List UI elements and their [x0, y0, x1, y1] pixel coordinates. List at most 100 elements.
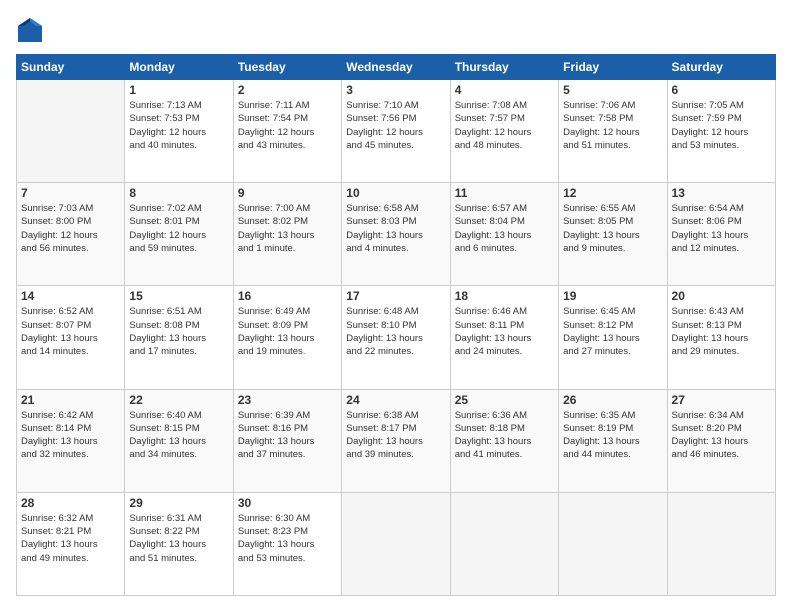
day-cell: 27Sunrise: 6:34 AMSunset: 8:20 PMDayligh… — [667, 389, 775, 492]
day-number: 12 — [563, 186, 662, 200]
day-info: Sunrise: 6:42 AMSunset: 8:14 PMDaylight:… — [21, 409, 120, 462]
day-info: Sunrise: 6:55 AMSunset: 8:05 PMDaylight:… — [563, 202, 662, 255]
day-info: Sunrise: 6:43 AMSunset: 8:13 PMDaylight:… — [672, 305, 771, 358]
day-cell: 25 Sunrise: 6:36 AMSunset: 8:18 PMDayligh… — [450, 389, 558, 492]
week-row: 21 Sunrise: 6:42 AMSunset: 8:14 PMDayligh… — [17, 389, 776, 492]
day-info: Sunrise: 6:57 AMSunset: 8:04 PMDaylight:… — [455, 202, 554, 255]
day-cell — [667, 492, 775, 595]
day-number: 29 — [129, 496, 228, 510]
day-number: 4 — [455, 83, 554, 97]
day-number: 26 — [563, 393, 662, 407]
day-cell: 16 Sunrise: 6:49 AMSunset: 8:09 PMDayligh… — [233, 286, 341, 389]
day-info: Sunrise: 6:46 AMSunset: 8:11 PMDaylight:… — [455, 305, 554, 358]
day-info: Sunrise: 7:00 AMSunset: 8:02 PMDaylight:… — [238, 202, 337, 255]
day-cell: 3 Sunrise: 7:10 AMSunset: 7:56 PMDaylight… — [342, 80, 450, 183]
day-cell: 12 Sunrise: 6:55 AMSunset: 8:05 PMDayligh… — [559, 183, 667, 286]
day-number: 2 — [238, 83, 337, 97]
day-cell: 21 Sunrise: 6:42 AMSunset: 8:14 PMDayligh… — [17, 389, 125, 492]
day-number: 19 — [563, 289, 662, 303]
day-info: Sunrise: 6:39 AMSunset: 8:16 PMDaylight:… — [238, 409, 337, 462]
day-info: Sunrise: 6:54 AMSunset: 8:06 PMDaylight:… — [672, 202, 771, 255]
page: SundayMondayTuesdayWednesdayThursdayFrid… — [0, 0, 792, 612]
day-number: 27 — [672, 393, 771, 407]
day-info: Sunrise: 7:08 AMSunset: 7:57 PMDaylight:… — [455, 99, 554, 152]
day-number: 30 — [238, 496, 337, 510]
day-cell — [559, 492, 667, 595]
day-number: 5 — [563, 83, 662, 97]
header-day: Monday — [125, 55, 233, 80]
day-cell: 13 Sunrise: 6:54 AMSunset: 8:06 PMDayligh… — [667, 183, 775, 286]
day-cell: 5 Sunrise: 7:06 AMSunset: 7:58 PMDaylight… — [559, 80, 667, 183]
header-day: Saturday — [667, 55, 775, 80]
day-number: 16 — [238, 289, 337, 303]
day-info: Sunrise: 6:45 AMSunset: 8:12 PMDaylight:… — [563, 305, 662, 358]
day-info: Sunrise: 7:13 AMSunset: 7:53 PMDaylight:… — [129, 99, 228, 152]
day-info: Sunrise: 6:38 AMSunset: 8:17 PMDaylight:… — [346, 409, 445, 462]
header-day: Friday — [559, 55, 667, 80]
day-info: Sunrise: 6:58 AMSunset: 8:03 PMDaylight:… — [346, 202, 445, 255]
day-cell: 14Sunrise: 6:52 AMSunset: 8:07 PMDayligh… — [17, 286, 125, 389]
day-info: Sunrise: 6:35 AMSunset: 8:19 PMDaylight:… — [563, 409, 662, 462]
week-row: 28 Sunrise: 6:32 AMSunset: 8:21 PMDayligh… — [17, 492, 776, 595]
day-info: Sunrise: 7:10 AMSunset: 7:56 PMDaylight:… — [346, 99, 445, 152]
day-number: 1 — [129, 83, 228, 97]
header — [16, 16, 776, 44]
day-cell: 24 Sunrise: 6:38 AMSunset: 8:17 PMDayligh… — [342, 389, 450, 492]
day-info: Sunrise: 6:49 AMSunset: 8:09 PMDaylight:… — [238, 305, 337, 358]
day-number: 22 — [129, 393, 228, 407]
day-cell: 11 Sunrise: 6:57 AMSunset: 8:04 PMDayligh… — [450, 183, 558, 286]
day-number: 21 — [21, 393, 120, 407]
day-cell: 18 Sunrise: 6:46 AMSunset: 8:11 PMDayligh… — [450, 286, 558, 389]
day-cell: 26 Sunrise: 6:35 AMSunset: 8:19 PMDayligh… — [559, 389, 667, 492]
day-cell — [450, 492, 558, 595]
header-day: Sunday — [17, 55, 125, 80]
day-number: 3 — [346, 83, 445, 97]
day-number: 28 — [21, 496, 120, 510]
day-info: Sunrise: 6:48 AMSunset: 8:10 PMDaylight:… — [346, 305, 445, 358]
calendar: SundayMondayTuesdayWednesdayThursdayFrid… — [16, 54, 776, 596]
day-cell: 20 Sunrise: 6:43 AMSunset: 8:13 PMDayligh… — [667, 286, 775, 389]
day-number: 8 — [129, 186, 228, 200]
day-cell: 28 Sunrise: 6:32 AMSunset: 8:21 PMDayligh… — [17, 492, 125, 595]
day-info: Sunrise: 6:52 AMSunset: 8:07 PMDaylight:… — [21, 305, 120, 358]
day-number: 6 — [672, 83, 771, 97]
day-cell — [342, 492, 450, 595]
day-info: Sunrise: 6:31 AMSunset: 8:22 PMDaylight:… — [129, 512, 228, 565]
day-cell: 1 Sunrise: 7:13 AMSunset: 7:53 PMDaylight… — [125, 80, 233, 183]
day-info: Sunrise: 6:40 AMSunset: 8:15 PMDaylight:… — [129, 409, 228, 462]
day-cell: 6 Sunrise: 7:05 AMSunset: 7:59 PMDaylight… — [667, 80, 775, 183]
day-info: Sunrise: 7:11 AMSunset: 7:54 PMDaylight:… — [238, 99, 337, 152]
day-cell: 30Sunrise: 6:30 AMSunset: 8:23 PMDayligh… — [233, 492, 341, 595]
day-info: Sunrise: 7:05 AMSunset: 7:59 PMDaylight:… — [672, 99, 771, 152]
day-cell: 2 Sunrise: 7:11 AMSunset: 7:54 PMDaylight… — [233, 80, 341, 183]
day-number: 10 — [346, 186, 445, 200]
day-number: 18 — [455, 289, 554, 303]
day-info: Sunrise: 6:36 AMSunset: 8:18 PMDaylight:… — [455, 409, 554, 462]
day-info: Sunrise: 7:03 AMSunset: 8:00 PMDaylight:… — [21, 202, 120, 255]
day-number: 13 — [672, 186, 771, 200]
day-cell: 19 Sunrise: 6:45 AMSunset: 8:12 PMDayligh… — [559, 286, 667, 389]
day-number: 20 — [672, 289, 771, 303]
week-row: 7 Sunrise: 7:03 AMSunset: 8:00 PMDaylight… — [17, 183, 776, 286]
day-number: 7 — [21, 186, 120, 200]
day-number: 11 — [455, 186, 554, 200]
day-cell: 15Sunrise: 6:51 AMSunset: 8:08 PMDayligh… — [125, 286, 233, 389]
day-cell: 17 Sunrise: 6:48 AMSunset: 8:10 PMDayligh… — [342, 286, 450, 389]
logo-icon — [16, 16, 44, 44]
header-day: Thursday — [450, 55, 558, 80]
day-cell — [17, 80, 125, 183]
day-info: Sunrise: 6:32 AMSunset: 8:21 PMDaylight:… — [21, 512, 120, 565]
day-cell: 22 Sunrise: 6:40 AMSunset: 8:15 PMDayligh… — [125, 389, 233, 492]
day-number: 25 — [455, 393, 554, 407]
day-cell: 4 Sunrise: 7:08 AMSunset: 7:57 PMDaylight… — [450, 80, 558, 183]
day-number: 9 — [238, 186, 337, 200]
day-number: 17 — [346, 289, 445, 303]
header-row: SundayMondayTuesdayWednesdayThursdayFrid… — [17, 55, 776, 80]
day-number: 23 — [238, 393, 337, 407]
day-number: 24 — [346, 393, 445, 407]
day-cell: 29 Sunrise: 6:31 AMSunset: 8:22 PMDayligh… — [125, 492, 233, 595]
day-info: Sunrise: 7:06 AMSunset: 7:58 PMDaylight:… — [563, 99, 662, 152]
day-cell: 8Sunrise: 7:02 AMSunset: 8:01 PMDaylight… — [125, 183, 233, 286]
day-info: Sunrise: 6:51 AMSunset: 8:08 PMDaylight:… — [129, 305, 228, 358]
week-row: 14Sunrise: 6:52 AMSunset: 8:07 PMDayligh… — [17, 286, 776, 389]
